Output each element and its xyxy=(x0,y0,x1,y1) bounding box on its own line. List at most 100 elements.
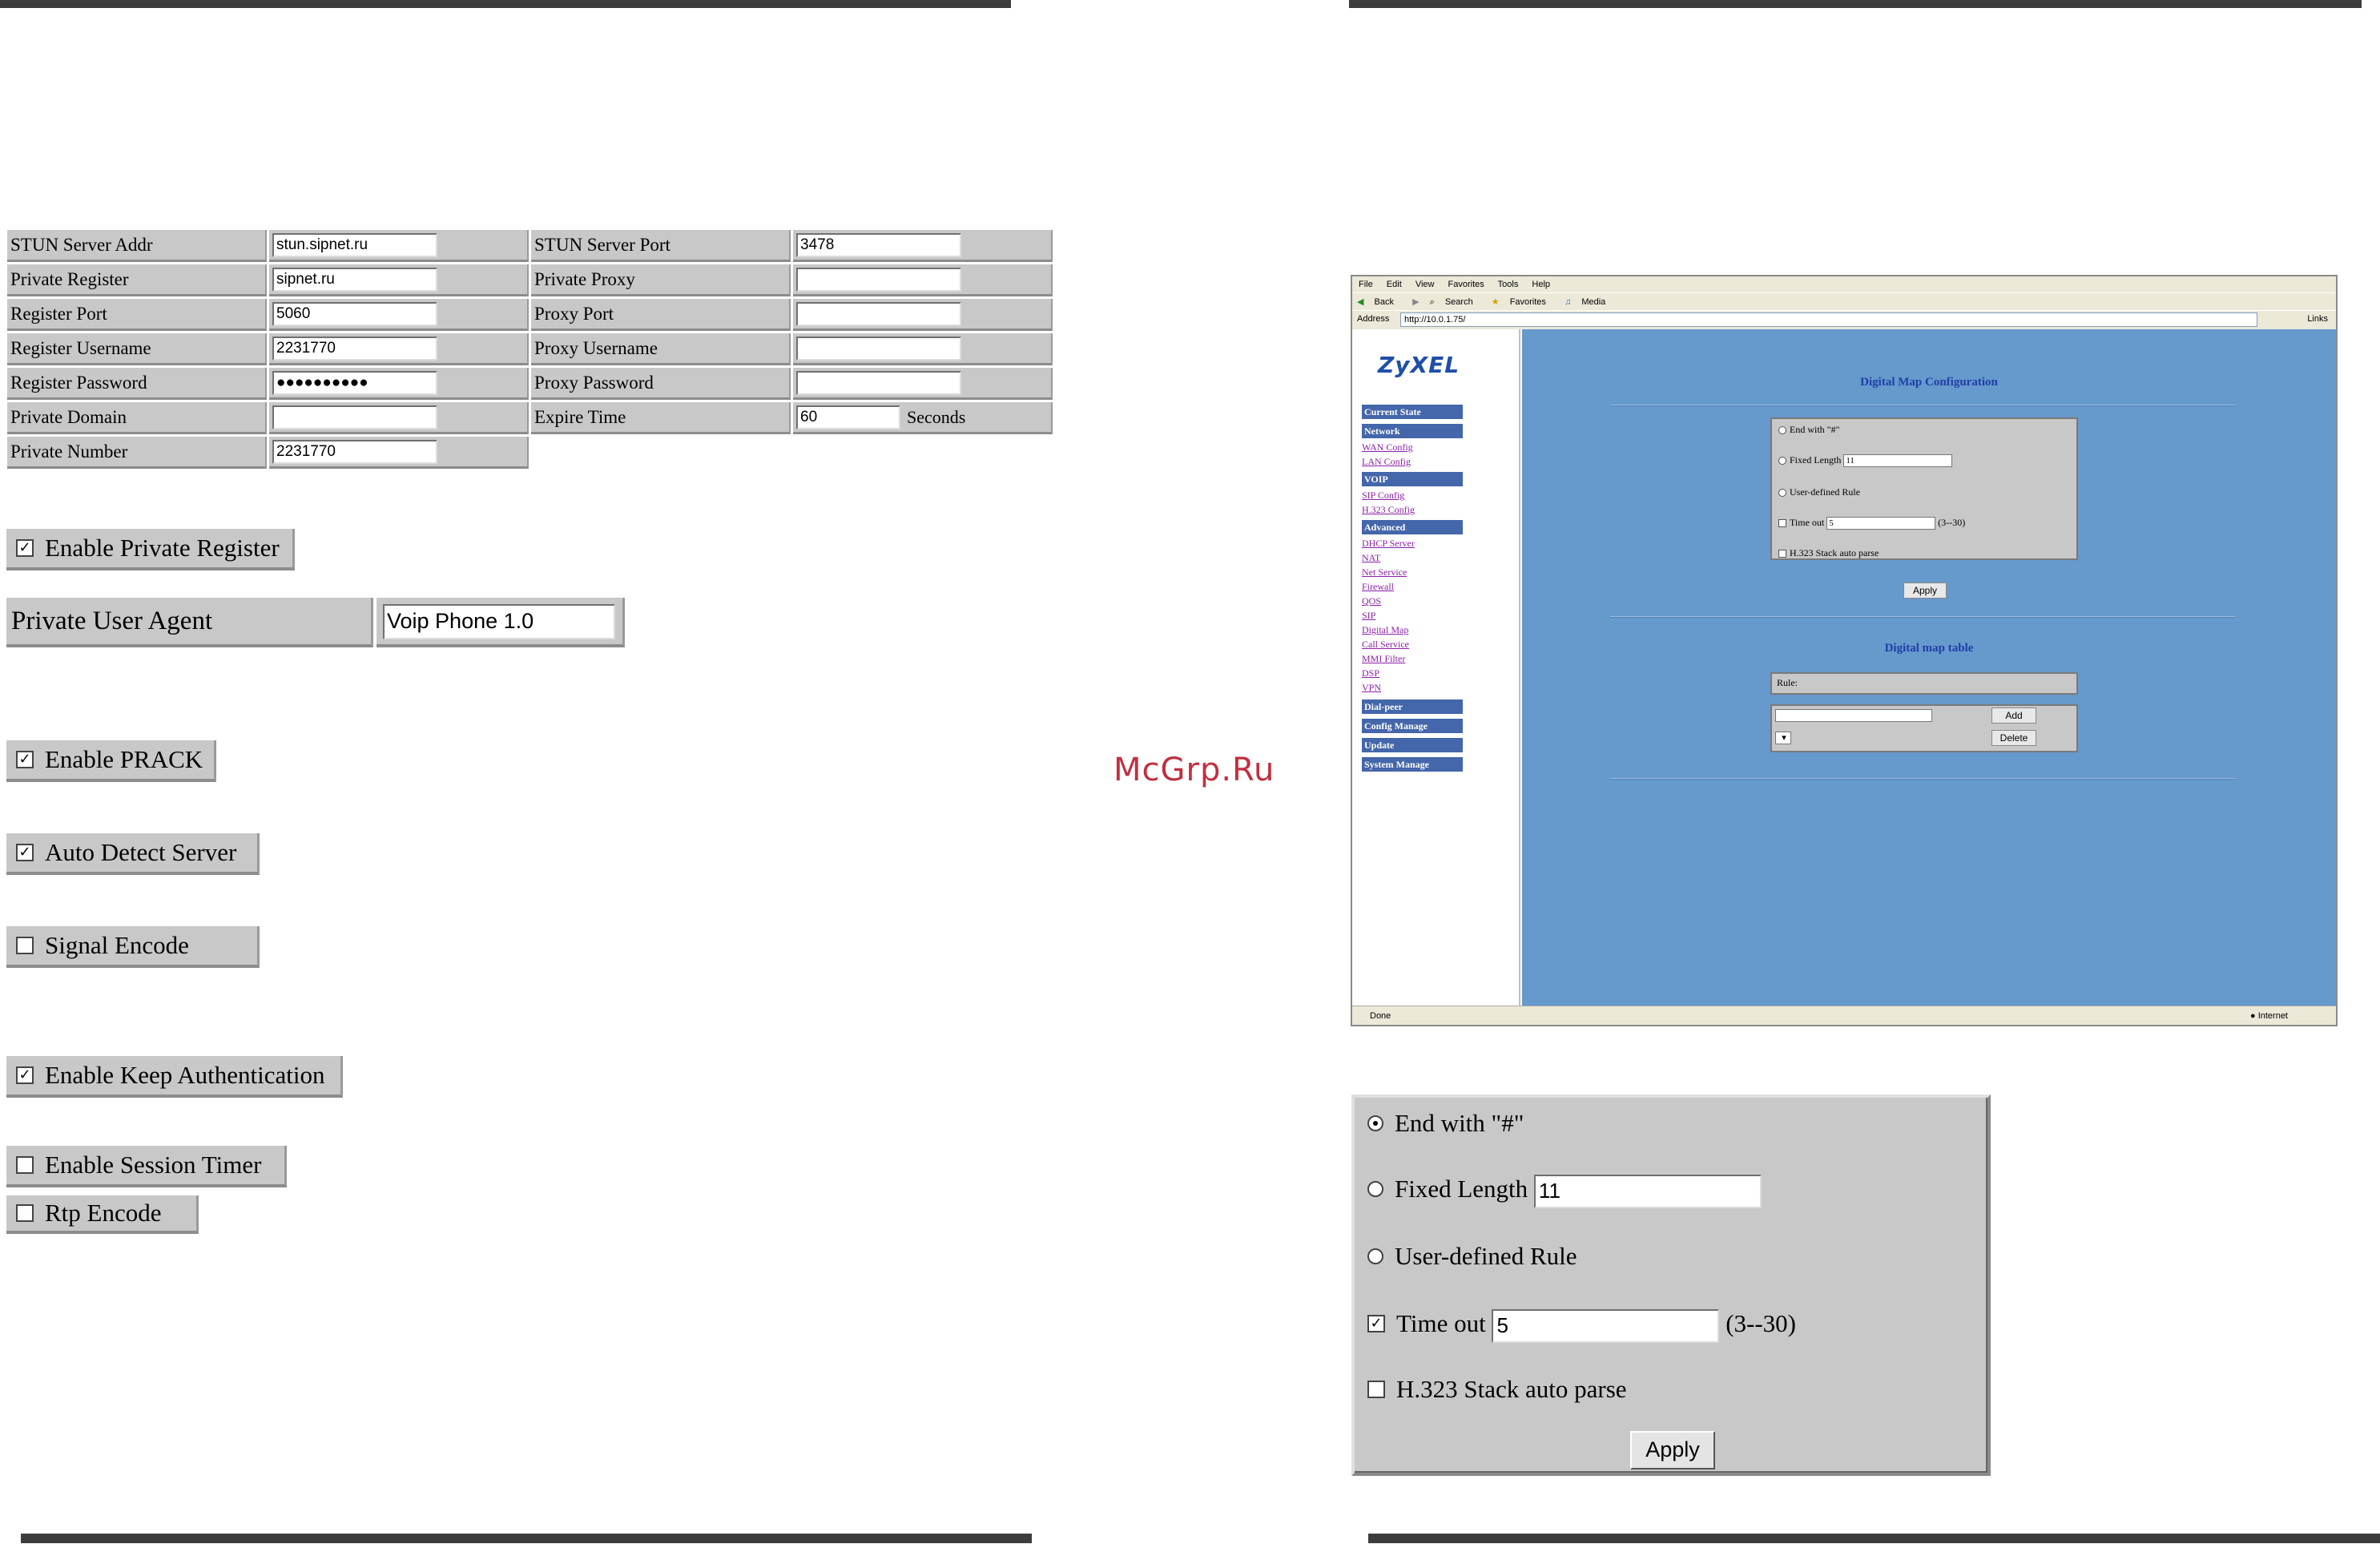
media-button[interactable]: ♫ Media xyxy=(1565,297,1613,307)
stun-server-addr-input[interactable]: stun.sipnet.ru xyxy=(272,232,437,257)
enable-prack-option[interactable]: ✓ Enable PRACK xyxy=(6,740,216,782)
fixed-length-option[interactable]: Fixed Length 11 xyxy=(1367,1173,1762,1208)
user-defined-rule-radio[interactable] xyxy=(1367,1248,1383,1264)
register-username-input[interactable]: 2231770 xyxy=(272,336,437,361)
enable-keep-authentication-label: Enable Keep Authentication xyxy=(45,1061,325,1089)
nav-sip-config[interactable]: SIP Config xyxy=(1362,490,1404,502)
nav-digital-map[interactable]: Digital Map xyxy=(1362,624,1408,636)
menu-help[interactable]: Help xyxy=(1532,280,1550,289)
time-out-checkbox[interactable]: ✓ xyxy=(1367,1314,1385,1332)
favorites-button[interactable]: ★ Favorites xyxy=(1492,297,1554,307)
proxy-username-input[interactable] xyxy=(796,336,961,361)
stun-server-port-input[interactable]: 3478 xyxy=(796,232,961,257)
fixed-length-label-small: Fixed Length xyxy=(1790,454,1842,466)
fixed-length-radio-small[interactable] xyxy=(1778,457,1786,466)
enable-keep-authentication-checkbox[interactable]: ✓ xyxy=(16,1066,34,1084)
end-with-radio[interactable] xyxy=(1367,1115,1383,1131)
nav-dsp[interactable]: DSP xyxy=(1362,667,1379,679)
rule-label: Rule: xyxy=(1777,677,1798,688)
nav-h323-config[interactable]: H.323 Config xyxy=(1362,504,1415,516)
h323-auto-parse-checkbox[interactable] xyxy=(1367,1380,1385,1398)
private-proxy-input[interactable] xyxy=(796,267,961,292)
nav-net-service[interactable]: Net Service xyxy=(1362,566,1407,578)
nav-call-service[interactable]: Call Service xyxy=(1362,639,1409,651)
rule-select-arrow-icon[interactable]: ▾ xyxy=(1775,732,1791,745)
private-user-agent-input[interactable]: Voip Phone 1.0 xyxy=(383,604,615,639)
apply-button[interactable]: Apply xyxy=(1630,1431,1715,1469)
expire-time-label: Expire Time xyxy=(531,402,791,434)
auto-detect-server-checkbox[interactable]: ✓ xyxy=(16,843,34,861)
menu-file[interactable]: File xyxy=(1359,280,1373,289)
rule-row: Rule: xyxy=(1770,672,2078,695)
h323-auto-parse-label-small: H.323 Stack auto parse xyxy=(1790,547,1879,558)
nav-dhcp-server[interactable]: DHCP Server xyxy=(1362,538,1415,550)
nav-config-manage[interactable]: Config Manage xyxy=(1362,719,1463,733)
enable-prack-checkbox[interactable]: ✓ xyxy=(16,750,34,768)
enable-private-register-checkbox[interactable]: ✓ xyxy=(16,538,34,557)
end-with-radio-small[interactable] xyxy=(1778,426,1786,435)
nav-voip[interactable]: VOIP xyxy=(1362,472,1463,486)
menu-view[interactable]: View xyxy=(1416,280,1435,289)
fixed-length-radio[interactable] xyxy=(1367,1180,1383,1197)
time-out-input[interactable]: 5 xyxy=(1492,1308,1720,1343)
divider xyxy=(1610,405,2235,406)
register-port-input[interactable]: 5060 xyxy=(272,301,437,326)
time-out-checkbox-small[interactable] xyxy=(1778,519,1786,528)
enable-session-timer-checkbox[interactable] xyxy=(16,1155,34,1174)
add-button[interactable]: Add xyxy=(1991,707,2036,724)
menu-tools[interactable]: Tools xyxy=(1498,280,1519,289)
menu-favorites[interactable]: Favorites xyxy=(1448,280,1484,289)
nav-qos[interactable]: QOS xyxy=(1362,595,1381,607)
user-defined-rule-radio-small[interactable] xyxy=(1778,489,1786,498)
fixed-length-input[interactable]: 11 xyxy=(1533,1174,1762,1208)
time-out-input-small[interactable]: 5 xyxy=(1826,517,1936,530)
table-row: Register Port 5060 Proxy Port xyxy=(7,299,1053,331)
nav-network[interactable]: Network xyxy=(1362,424,1463,438)
nav-nat[interactable]: NAT xyxy=(1362,552,1380,564)
address-input[interactable]: http://10.0.1.75/ xyxy=(1400,312,2257,327)
enable-keep-authentication-option[interactable]: ✓ Enable Keep Authentication xyxy=(6,1056,343,1098)
proxy-port-input[interactable] xyxy=(796,301,961,326)
nav-mmi-filter[interactable]: MMI Filter xyxy=(1362,653,1405,665)
private-register-input[interactable]: sipnet.ru xyxy=(272,267,437,292)
user-defined-rule-label-small: User-defined Rule xyxy=(1790,486,1861,498)
h323-auto-parse-checkbox-small[interactable] xyxy=(1778,550,1786,558)
nav-system-manage[interactable]: System Manage xyxy=(1362,757,1463,772)
delete-button[interactable]: Delete xyxy=(1991,730,2036,746)
menu-edit[interactable]: Edit xyxy=(1387,280,1402,289)
nav-firewall[interactable]: Firewall xyxy=(1362,581,1394,593)
links-label[interactable]: Links xyxy=(2307,311,2328,327)
signal-encode-checkbox[interactable] xyxy=(16,936,34,954)
proxy-password-input[interactable] xyxy=(796,370,961,395)
signal-encode-option[interactable]: Signal Encode xyxy=(6,926,260,968)
nav-wan-config[interactable]: WAN Config xyxy=(1362,441,1413,454)
enable-session-timer-option[interactable]: Enable Session Timer xyxy=(6,1146,287,1187)
rtp-encode-label: Rtp Encode xyxy=(45,1199,162,1227)
rule-input[interactable] xyxy=(1775,709,1932,723)
nav-lan-config[interactable]: LAN Config xyxy=(1362,456,1411,468)
time-out-option[interactable]: ✓ Time out 5 (3--30) xyxy=(1367,1308,1796,1343)
rtp-encode-option[interactable]: Rtp Encode xyxy=(6,1195,199,1234)
nav-dial-peer[interactable]: Dial-peer xyxy=(1362,699,1463,714)
nav-sip[interactable]: SIP xyxy=(1362,610,1375,622)
private-number-input[interactable]: 2231770 xyxy=(272,439,437,464)
nav-vpn[interactable]: VPN xyxy=(1362,682,1381,694)
apply-button-small[interactable]: Apply xyxy=(1903,583,1947,599)
fixed-length-input-small[interactable]: 11 xyxy=(1843,454,1953,468)
end-with-option[interactable]: End with "#" xyxy=(1367,1107,1524,1139)
user-defined-rule-option[interactable]: User-defined Rule xyxy=(1367,1240,1577,1272)
nav-current-state[interactable]: Current State xyxy=(1362,405,1463,419)
private-domain-input[interactable] xyxy=(272,405,437,429)
nav-advanced[interactable]: Advanced xyxy=(1362,520,1463,534)
forward-icon[interactable]: ▶ xyxy=(1412,297,1419,307)
register-password-input[interactable]: ●●●●●●●●●● xyxy=(272,370,437,395)
search-button[interactable]: ⌕ Search xyxy=(1430,297,1481,307)
auto-detect-server-option[interactable]: ✓ Auto Detect Server xyxy=(6,833,260,875)
expire-time-input[interactable]: 60 xyxy=(796,405,900,429)
private-user-agent-row: Private User Agent Voip Phone 1.0 xyxy=(6,598,625,647)
enable-private-register-option[interactable]: ✓ Enable Private Register xyxy=(6,529,295,570)
nav-update[interactable]: Update xyxy=(1362,738,1463,752)
rtp-encode-checkbox[interactable] xyxy=(16,1203,34,1222)
h323-auto-parse-option[interactable]: H.323 Stack auto parse xyxy=(1367,1373,1627,1405)
back-button[interactable]: ◀ Back xyxy=(1357,297,1402,307)
